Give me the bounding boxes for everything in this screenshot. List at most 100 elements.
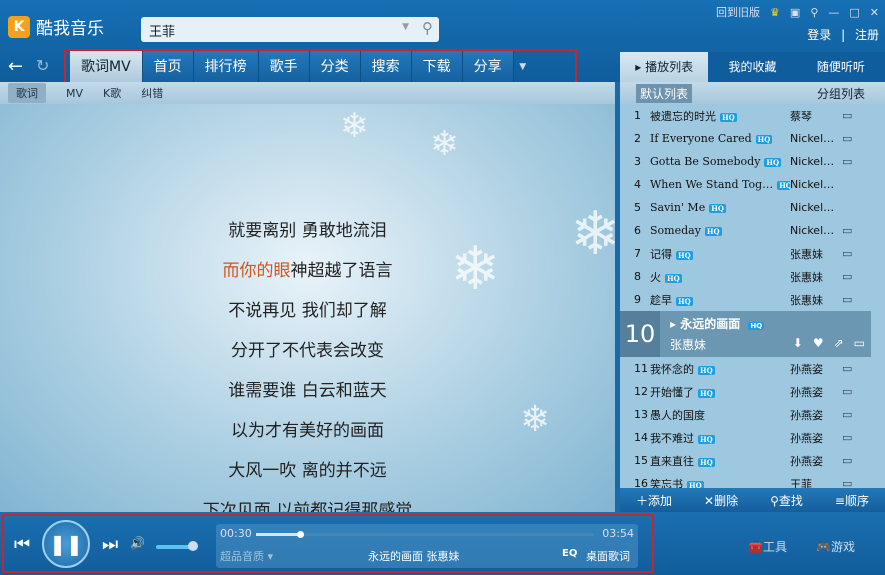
tab-charts[interactable]: 排行榜 xyxy=(193,51,259,83)
mv-icon[interactable]: ▭ xyxy=(842,385,852,398)
playlist-row[interactable]: 4 When We Stand Tog… HQ Nickel… xyxy=(620,173,885,196)
playlist-row[interactable]: 7 记得 HQ 张惠妹 ▭ xyxy=(620,242,885,265)
playlist-row[interactable]: 6 Someday HQ Nickel… ▭ xyxy=(620,219,885,242)
find-button[interactable]: ⚲查找 xyxy=(770,492,803,509)
group-list-button[interactable]: 分组列表 xyxy=(817,85,865,102)
mv-icon[interactable]: ▭ xyxy=(842,155,852,168)
song-title: Savin' Me HQ xyxy=(650,201,726,214)
quality-dropdown[interactable]: 超品音质 ▾ xyxy=(220,548,273,564)
old-version-link[interactable]: 回到旧版 xyxy=(716,4,760,20)
refresh-icon[interactable]: ↻ xyxy=(36,56,49,75)
search-icon[interactable]: ⚲ xyxy=(422,19,433,37)
playlist-row[interactable]: 5 Savin' Me HQ Nickel… xyxy=(620,196,885,219)
current-song-row[interactable]: 10 ▸ 永远的画面 HQ 张惠妹 ⬇ ♥ ⇗ ▭ xyxy=(620,311,871,357)
song-artist: Nickel… xyxy=(790,201,835,214)
games-button[interactable]: 🎮游戏 xyxy=(816,538,855,555)
previous-icon[interactable]: ⏮ xyxy=(14,534,30,555)
share-icon[interactable]: ⇗ xyxy=(834,336,844,350)
order-button[interactable]: ≡顺序 xyxy=(835,492,869,509)
maximize-icon[interactable]: □ xyxy=(849,6,859,19)
add-button[interactable]: ＋添加 xyxy=(636,492,672,509)
subtab-karaoke[interactable]: K歌 xyxy=(103,85,121,101)
song-title: 愚人的国度 xyxy=(650,408,705,422)
tab-share[interactable]: 分享 xyxy=(462,51,514,83)
mv-icon[interactable]: ▭ xyxy=(842,132,852,145)
song-title: 趁早 HQ xyxy=(650,293,693,307)
song-number: 13 xyxy=(634,408,648,421)
volume-icon[interactable]: 🔊 xyxy=(130,536,145,550)
minimize-icon[interactable]: — xyxy=(828,6,839,19)
tab-favorites[interactable]: 我的收藏 xyxy=(708,52,796,82)
mv-icon[interactable]: ▭ xyxy=(842,247,852,260)
subtab-correction[interactable]: 纠错 xyxy=(141,85,163,101)
song-number: 5 xyxy=(634,201,641,214)
playlist-row[interactable]: 8 火 HQ 张惠妹 ▭ xyxy=(620,265,885,288)
playlist-row[interactable]: 12 开始懂了 HQ 孙燕姿 ▭ xyxy=(620,380,885,403)
mv-icon[interactable]: ▭ xyxy=(842,431,852,444)
app-title: 酷我音乐 xyxy=(36,19,104,39)
heart-icon[interactable]: ♥ xyxy=(813,336,824,350)
skin-icon[interactable]: ♛ xyxy=(770,6,780,19)
playlist-row[interactable]: 2 If Everyone Cared HQ Nickel… ▭ xyxy=(620,127,885,150)
tab-playlist[interactable]: ▸ 播放列表 xyxy=(620,52,709,82)
tab-search[interactable]: 搜索 xyxy=(360,51,412,83)
song-number: 14 xyxy=(634,431,648,444)
tab-home[interactable]: 首页 xyxy=(142,51,194,83)
search-value[interactable]: 王菲 xyxy=(149,25,175,40)
progress-knob[interactable] xyxy=(296,531,304,538)
download-icon[interactable]: ⬇ xyxy=(793,336,803,350)
song-number: 4 xyxy=(634,178,641,191)
playlist-row[interactable]: 13 愚人的国度 孙燕姿 ▭ xyxy=(620,403,885,426)
mv-icon[interactable]: ▭ xyxy=(842,109,852,122)
hq-badge: HQ xyxy=(720,112,737,122)
playlist-row[interactable]: 9 趁早 HQ 张惠妹 ▭ xyxy=(620,288,885,311)
subtab-lyrics[interactable]: 歌词 xyxy=(8,83,46,103)
tools-button[interactable]: 🧰工具 xyxy=(748,538,787,555)
login-link[interactable]: 登录 xyxy=(807,28,831,42)
mv-icon[interactable]: ▭ xyxy=(842,270,852,283)
find-label: 查找 xyxy=(778,493,803,508)
pause-button[interactable]: ❚❚ xyxy=(42,520,90,568)
default-list-button[interactable]: 默认列表 xyxy=(636,83,693,103)
subtab-mv[interactable]: MV xyxy=(66,87,83,100)
desktop-lyrics-button[interactable]: 桌面歌词 xyxy=(586,548,630,564)
more-tabs-icon[interactable]: ▼ xyxy=(514,62,532,72)
mv-icon[interactable]: ▭ xyxy=(854,336,865,350)
close-icon[interactable]: ✕ xyxy=(870,6,879,19)
playlist-row[interactable]: 3 Gotta Be Somebody HQ Nickel… ▭ xyxy=(620,150,885,173)
playlist-row[interactable]: 14 我不难过 HQ 孙燕姿 ▭ xyxy=(620,426,885,449)
mv-icon[interactable]: ▭ xyxy=(842,293,852,306)
hq-badge: HQ xyxy=(676,250,693,260)
delete-button[interactable]: ✕删除 xyxy=(704,492,738,509)
search-input[interactable]: 王菲 ▼ ⚲ xyxy=(141,17,439,42)
tab-download[interactable]: 下载 xyxy=(411,51,463,83)
register-link[interactable]: 注册 xyxy=(855,28,879,42)
song-artist: 张惠妹 xyxy=(790,270,823,284)
mini-mode-icon[interactable]: ▣ xyxy=(790,6,800,19)
back-arrow-icon[interactable]: ← xyxy=(8,56,23,77)
song-title: Someday HQ xyxy=(650,224,722,237)
volume-knob[interactable] xyxy=(188,541,198,551)
menu-icon[interactable]: ⚲ xyxy=(810,6,818,19)
next-icon[interactable]: ⏭ xyxy=(102,534,118,555)
mv-icon[interactable]: ▭ xyxy=(842,408,852,421)
app-logo: K 酷我音乐 xyxy=(8,14,104,39)
tab-categories[interactable]: 分类 xyxy=(309,51,361,83)
lyric-line: 谁需要谁 白云和蓝天 xyxy=(228,381,387,401)
mv-icon[interactable]: ▭ xyxy=(842,454,852,467)
separator: | xyxy=(841,28,846,42)
now-playing: 永远的画面 张惠妹 xyxy=(368,550,460,563)
playlist-row[interactable]: 11 我怀念的 HQ 孙燕姿 ▭ xyxy=(620,357,885,380)
dropdown-icon[interactable]: ▼ xyxy=(402,22,409,32)
eq-button[interactable]: EQ xyxy=(562,548,577,559)
playlist-row[interactable]: 15 直来直往 HQ 孙燕姿 ▭ xyxy=(620,449,885,472)
song-artist: Nickel… xyxy=(790,132,835,145)
tab-artists[interactable]: 歌手 xyxy=(258,51,310,83)
mv-icon[interactable]: ▭ xyxy=(842,224,852,237)
tab-random[interactable]: 随便听听 xyxy=(797,52,885,82)
lyric-line: 不说再见 我们却了解 xyxy=(228,301,387,321)
progress-bar[interactable] xyxy=(256,531,594,538)
playlist-row[interactable]: 1 被遗忘的时光 HQ 蔡琴 ▭ xyxy=(620,104,885,127)
tab-lyrics-mv[interactable]: 歌词MV xyxy=(70,51,143,83)
mv-icon[interactable]: ▭ xyxy=(842,362,852,375)
